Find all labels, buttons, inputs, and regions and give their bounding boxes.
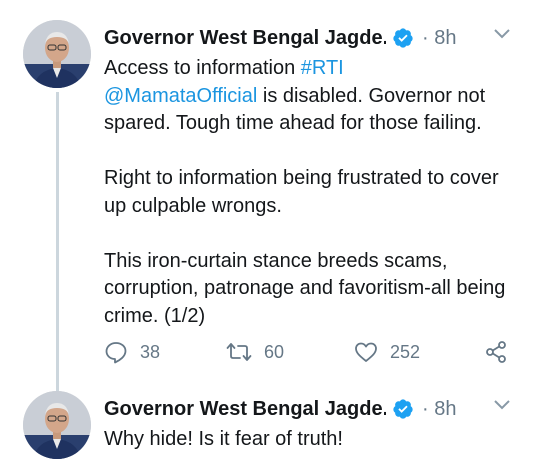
chevron-down-icon[interactable]	[492, 395, 512, 415]
tweet-time[interactable]: · 8h	[422, 27, 456, 50]
reply-button[interactable]: 38	[104, 340, 160, 364]
reply-count: 38	[140, 341, 161, 362]
author-avatar[interactable]	[23, 391, 91, 459]
like-count: 252	[390, 341, 421, 362]
thread-connector-line	[56, 92, 59, 392]
heart-icon	[355, 342, 377, 362]
chevron-down-icon[interactable]	[492, 24, 512, 44]
tweet-time[interactable]: · 8h	[422, 398, 456, 421]
author-name[interactable]: Governor West Bengal Jagde...	[104, 27, 386, 50]
mention-link[interactable]: @MamataOfficial	[104, 85, 257, 107]
share-icon	[486, 341, 506, 363]
retweet-count: 60	[264, 341, 285, 362]
tweet-paragraph: Right to information being frustrated to…	[104, 167, 499, 217]
hashtag-link[interactable]: #RTI	[301, 57, 344, 79]
retweet-icon	[226, 343, 252, 361]
verified-badge-icon	[393, 399, 413, 419]
reply-icon	[105, 342, 127, 364]
verified-badge-icon	[393, 28, 413, 48]
tweet-header: Governor West Bengal Jagde... · 8h	[104, 395, 534, 423]
tweet-text: Access to information #RTI @MamataOfficia…	[104, 55, 524, 330]
tweet-header: Governor West Bengal Jagde... · 8h	[104, 24, 534, 52]
share-button[interactable]	[484, 340, 508, 364]
author-avatar[interactable]	[23, 20, 91, 88]
tweet-paragraph: This iron-curtain stance breeds scams, c…	[104, 249, 506, 327]
tweet-actions: 38 60 252	[104, 340, 524, 366]
retweet-button[interactable]: 60	[226, 340, 284, 364]
like-button[interactable]: 252	[354, 340, 420, 364]
tweet-text: Why hide! Is it fear of truth!	[104, 428, 343, 450]
author-name[interactable]: Governor West Bengal Jagde...	[104, 398, 386, 421]
